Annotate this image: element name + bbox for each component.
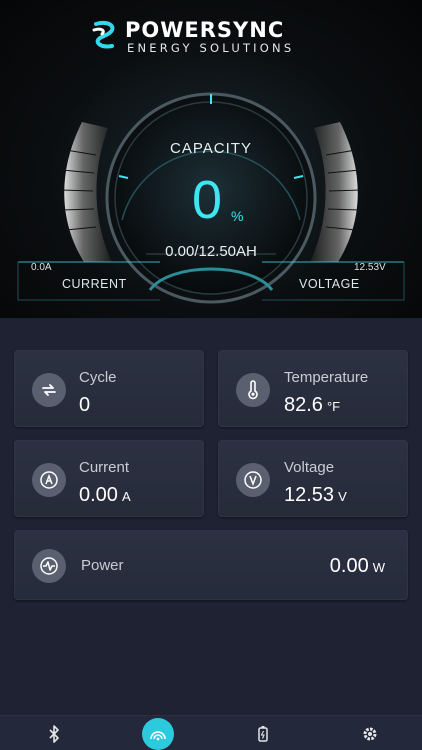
voltage-card[interactable]: Voltage 12.53 V: [218, 440, 408, 517]
brand-name: POWERSYNC: [125, 18, 285, 42]
gauge-icon: [150, 731, 166, 741]
tab-settings[interactable]: [350, 716, 390, 750]
cycle-title: Cycle: [79, 369, 117, 386]
power-card[interactable]: Power 0.00 W: [14, 530, 408, 600]
gauge-panel: POWERSYNC ENERGY SOLUTIONS CAPACITY 0 % …: [0, 0, 422, 318]
current-unit: A: [121, 489, 131, 504]
power-unit: W: [372, 560, 385, 575]
brand-subtitle: ENERGY SOLUTIONS: [127, 41, 295, 55]
temperature-card[interactable]: Temperature 82.6 °F: [218, 350, 408, 427]
cycle-arrows-icon: [32, 373, 66, 407]
cycle-card[interactable]: Cycle 0: [14, 350, 204, 427]
battery-icon: [258, 725, 268, 742]
voltmeter-icon: [236, 463, 270, 497]
current-card[interactable]: Current 0.00 A: [14, 440, 204, 517]
capacity-label: CAPACITY: [170, 140, 252, 157]
cycle-value: 0: [79, 394, 91, 416]
temperature-value: 82.6: [284, 394, 323, 416]
current-value: 0.00: [79, 484, 118, 506]
voltage-unit: V: [338, 489, 347, 504]
pulse-icon: [32, 549, 66, 583]
temperature-unit: °F: [326, 399, 341, 414]
current-title: Current: [79, 459, 130, 476]
capacity-value: 0: [192, 170, 223, 230]
brand-header: POWERSYNC ENERGY SOLUTIONS: [0, 18, 422, 58]
voltage-value: 12.53: [284, 484, 335, 506]
voltage-readout: 12.53V: [354, 262, 386, 273]
tab-battery[interactable]: [243, 716, 283, 750]
current-meter-label: CURRENT: [62, 277, 127, 291]
voltage-title: Voltage: [284, 459, 335, 476]
current-readout: 0.0A: [31, 262, 52, 273]
tab-dashboard[interactable]: [142, 718, 174, 750]
bluetooth-icon: [49, 724, 59, 743]
current-value-row: 0.00 A: [79, 484, 131, 507]
capacity-unit: %: [231, 208, 244, 224]
tab-bluetooth[interactable]: [34, 716, 74, 750]
power-title: Power: [81, 557, 124, 574]
bottom-tab-bar: [0, 715, 422, 750]
powersync-logo-icon: [92, 21, 115, 49]
voltage-meter-label: VOLTAGE: [299, 277, 360, 291]
power-value: 0.00: [329, 555, 369, 577]
ammeter-icon: [32, 463, 66, 497]
voltage-value-row: 12.53 V: [284, 484, 347, 507]
temperature-title: Temperature: [284, 369, 369, 386]
amp-hours-readout: 0.00/12.50AH: [165, 243, 257, 260]
power-value-row: 0.00 W: [330, 555, 385, 578]
thermometer-icon: [236, 373, 270, 407]
temperature-value-row: 82.6 °F: [284, 394, 340, 417]
gear-icon: [363, 727, 377, 740]
